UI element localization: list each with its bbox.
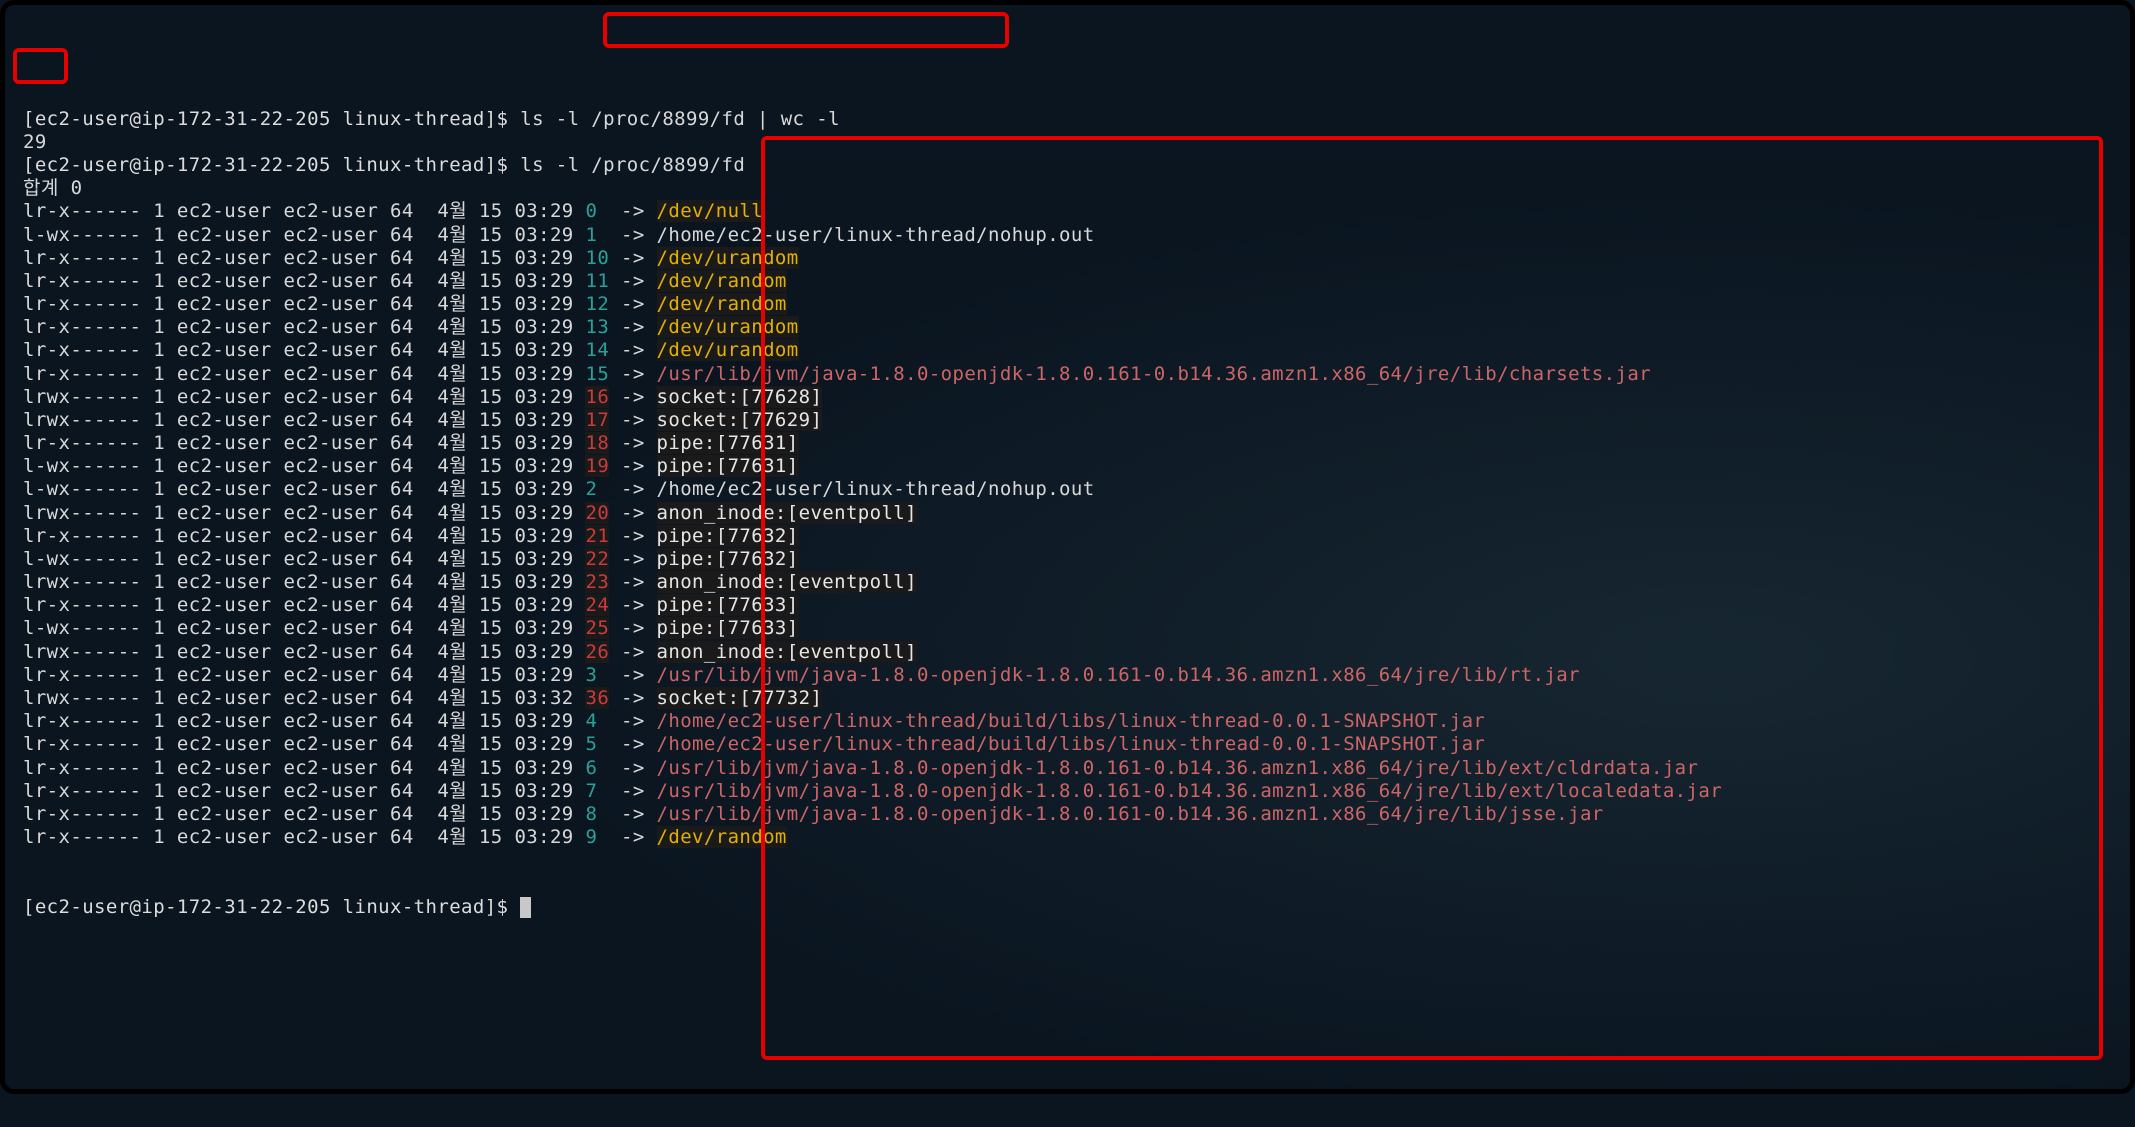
- fd-number: 24: [585, 594, 609, 616]
- ls-row: lrwx------ 1 ec2-user ec2-user 64 4월 15 …: [23, 641, 2130, 664]
- ls-row: lrwx------ 1 ec2-user ec2-user 64 4월 15 …: [23, 687, 2130, 710]
- ls-row: l-wx------ 1 ec2-user ec2-user 64 4월 15 …: [23, 455, 2130, 478]
- fd-target: anon_inode:[eventpoll]: [657, 641, 917, 663]
- fd-number: 20: [585, 502, 609, 524]
- ls-row: lr-x------ 1 ec2-user ec2-user 64 4월 15 …: [23, 363, 2130, 386]
- fd-target: /dev/urandom: [657, 339, 799, 361]
- fd-number: 6: [585, 757, 609, 779]
- fd-number: 16: [585, 386, 609, 408]
- fd-number: 2: [585, 478, 609, 500]
- ls-row: l-wx------ 1 ec2-user ec2-user 64 4월 15 …: [23, 478, 2130, 501]
- terminal-line: [ec2-user@ip-172-31-22-205 linux-thread]…: [23, 154, 2130, 177]
- fd-number: 19: [585, 455, 609, 477]
- terminal-output: [ec2-user@ip-172-31-22-205 linux-thread]…: [23, 108, 2130, 850]
- ls-row: lr-x------ 1 ec2-user ec2-user 64 4월 15 …: [23, 432, 2130, 455]
- fd-number: 12: [585, 293, 609, 315]
- fd-target: /usr/lib/jvm/java-1.8.0-openjdk-1.8.0.16…: [657, 363, 1651, 385]
- ls-row: lr-x------ 1 ec2-user ec2-user 64 4월 15 …: [23, 710, 2130, 733]
- ls-row: lr-x------ 1 ec2-user ec2-user 64 4월 15 …: [23, 733, 2130, 756]
- fd-target: /dev/urandom: [657, 316, 799, 338]
- fd-target: pipe:[77633]: [657, 594, 799, 616]
- fd-target: /usr/lib/jvm/java-1.8.0-openjdk-1.8.0.16…: [657, 757, 1699, 779]
- fd-number: 26: [585, 641, 609, 663]
- ls-row: lr-x------ 1 ec2-user ec2-user 64 4월 15 …: [23, 594, 2130, 617]
- ls-row: lr-x------ 1 ec2-user ec2-user 64 4월 15 …: [23, 316, 2130, 339]
- fd-target: /usr/lib/jvm/java-1.8.0-openjdk-1.8.0.16…: [657, 780, 1723, 802]
- fd-target: /dev/random: [657, 826, 787, 848]
- ls-row: lr-x------ 1 ec2-user ec2-user 64 4월 15 …: [23, 757, 2130, 780]
- fd-number: 17: [585, 409, 609, 431]
- fd-target: anon_inode:[eventpoll]: [657, 502, 917, 524]
- fd-target: /usr/lib/jvm/java-1.8.0-openjdk-1.8.0.16…: [657, 664, 1580, 686]
- fd-target: socket:[77732]: [657, 687, 823, 709]
- ls-row: l-wx------ 1 ec2-user ec2-user 64 4월 15 …: [23, 548, 2130, 571]
- ls-total-line: 합계 0: [23, 177, 2130, 200]
- fd-number: 0: [585, 200, 609, 222]
- ls-row: lrwx------ 1 ec2-user ec2-user 64 4월 15 …: [23, 409, 2130, 432]
- ls-row: lr-x------ 1 ec2-user ec2-user 64 4월 15 …: [23, 826, 2130, 849]
- terminal-line: [ec2-user@ip-172-31-22-205 linux-thread]…: [23, 108, 2130, 131]
- fd-number: 22: [585, 548, 609, 570]
- ls-row: lr-x------ 1 ec2-user ec2-user 64 4월 15 …: [23, 247, 2130, 270]
- fd-target: /dev/random: [657, 293, 787, 315]
- fd-number: 11: [585, 270, 609, 292]
- fd-number: 5: [585, 733, 609, 755]
- fd-number: 14: [585, 339, 609, 361]
- ls-row: lr-x------ 1 ec2-user ec2-user 64 4월 15 …: [23, 339, 2130, 362]
- fd-number: 8: [585, 803, 609, 825]
- shell-prompt: [ec2-user@ip-172-31-22-205 linux-thread]…: [23, 896, 520, 918]
- fd-number: 18: [585, 432, 609, 454]
- fd-target: /home/ec2-user/linux-thread/build/libs/l…: [657, 733, 1486, 755]
- fd-target: pipe:[77632]: [657, 525, 799, 547]
- fd-target: pipe:[77631]: [657, 432, 799, 454]
- ls-row: l-wx------ 1 ec2-user ec2-user 64 4월 15 …: [23, 224, 2130, 247]
- fd-number: 3: [585, 664, 609, 686]
- fd-target: pipe:[77631]: [657, 455, 799, 477]
- fd-target: /home/ec2-user/linux-thread/nohup.out: [657, 224, 1095, 246]
- terminal-cursor: [520, 897, 531, 918]
- fd-number: 10: [585, 247, 609, 269]
- fd-target: /home/ec2-user/linux-thread/nohup.out: [657, 478, 1095, 500]
- highlight-box-command: [603, 12, 1009, 48]
- fd-number: 1: [585, 224, 609, 246]
- fd-target: /usr/lib/jvm/java-1.8.0-openjdk-1.8.0.16…: [657, 803, 1604, 825]
- fd-number: 7: [585, 780, 609, 802]
- wc-output: 29: [23, 131, 2130, 154]
- fd-target: /dev/null: [657, 200, 764, 222]
- fd-number: 13: [585, 316, 609, 338]
- ls-row: lr-x------ 1 ec2-user ec2-user 64 4월 15 …: [23, 200, 2130, 223]
- ls-row: lr-x------ 1 ec2-user ec2-user 64 4월 15 …: [23, 803, 2130, 826]
- fd-number: 4: [585, 710, 609, 732]
- ls-row: lr-x------ 1 ec2-user ec2-user 64 4월 15 …: [23, 270, 2130, 293]
- fd-target: anon_inode:[eventpoll]: [657, 571, 917, 593]
- fd-number: 21: [585, 525, 609, 547]
- ls-row: lr-x------ 1 ec2-user ec2-user 64 4월 15 …: [23, 664, 2130, 687]
- fd-number: 9: [585, 826, 609, 848]
- ls-row: l-wx------ 1 ec2-user ec2-user 64 4월 15 …: [23, 617, 2130, 640]
- fd-target: /dev/urandom: [657, 247, 799, 269]
- fd-target: /home/ec2-user/linux-thread/build/libs/l…: [657, 710, 1486, 732]
- fd-target: /dev/random: [657, 270, 787, 292]
- fd-number: 15: [585, 363, 609, 385]
- fd-target: socket:[77629]: [657, 409, 823, 431]
- ls-row: lr-x------ 1 ec2-user ec2-user 64 4월 15 …: [23, 780, 2130, 803]
- ls-row: lrwx------ 1 ec2-user ec2-user 64 4월 15 …: [23, 502, 2130, 525]
- terminal-prompt-line[interactable]: [ec2-user@ip-172-31-22-205 linux-thread]…: [23, 896, 2130, 919]
- ls-row: lrwx------ 1 ec2-user ec2-user 64 4월 15 …: [23, 571, 2130, 594]
- fd-number: 25: [585, 617, 609, 639]
- ls-row: lrwx------ 1 ec2-user ec2-user 64 4월 15 …: [23, 386, 2130, 409]
- fd-target: pipe:[77632]: [657, 548, 799, 570]
- highlight-box-count: [13, 48, 68, 84]
- ls-row: lr-x------ 1 ec2-user ec2-user 64 4월 15 …: [23, 525, 2130, 548]
- fd-number: 36: [585, 687, 609, 709]
- fd-target: pipe:[77633]: [657, 617, 799, 639]
- fd-target: socket:[77628]: [657, 386, 823, 408]
- ls-row: lr-x------ 1 ec2-user ec2-user 64 4월 15 …: [23, 293, 2130, 316]
- fd-number: 23: [585, 571, 609, 593]
